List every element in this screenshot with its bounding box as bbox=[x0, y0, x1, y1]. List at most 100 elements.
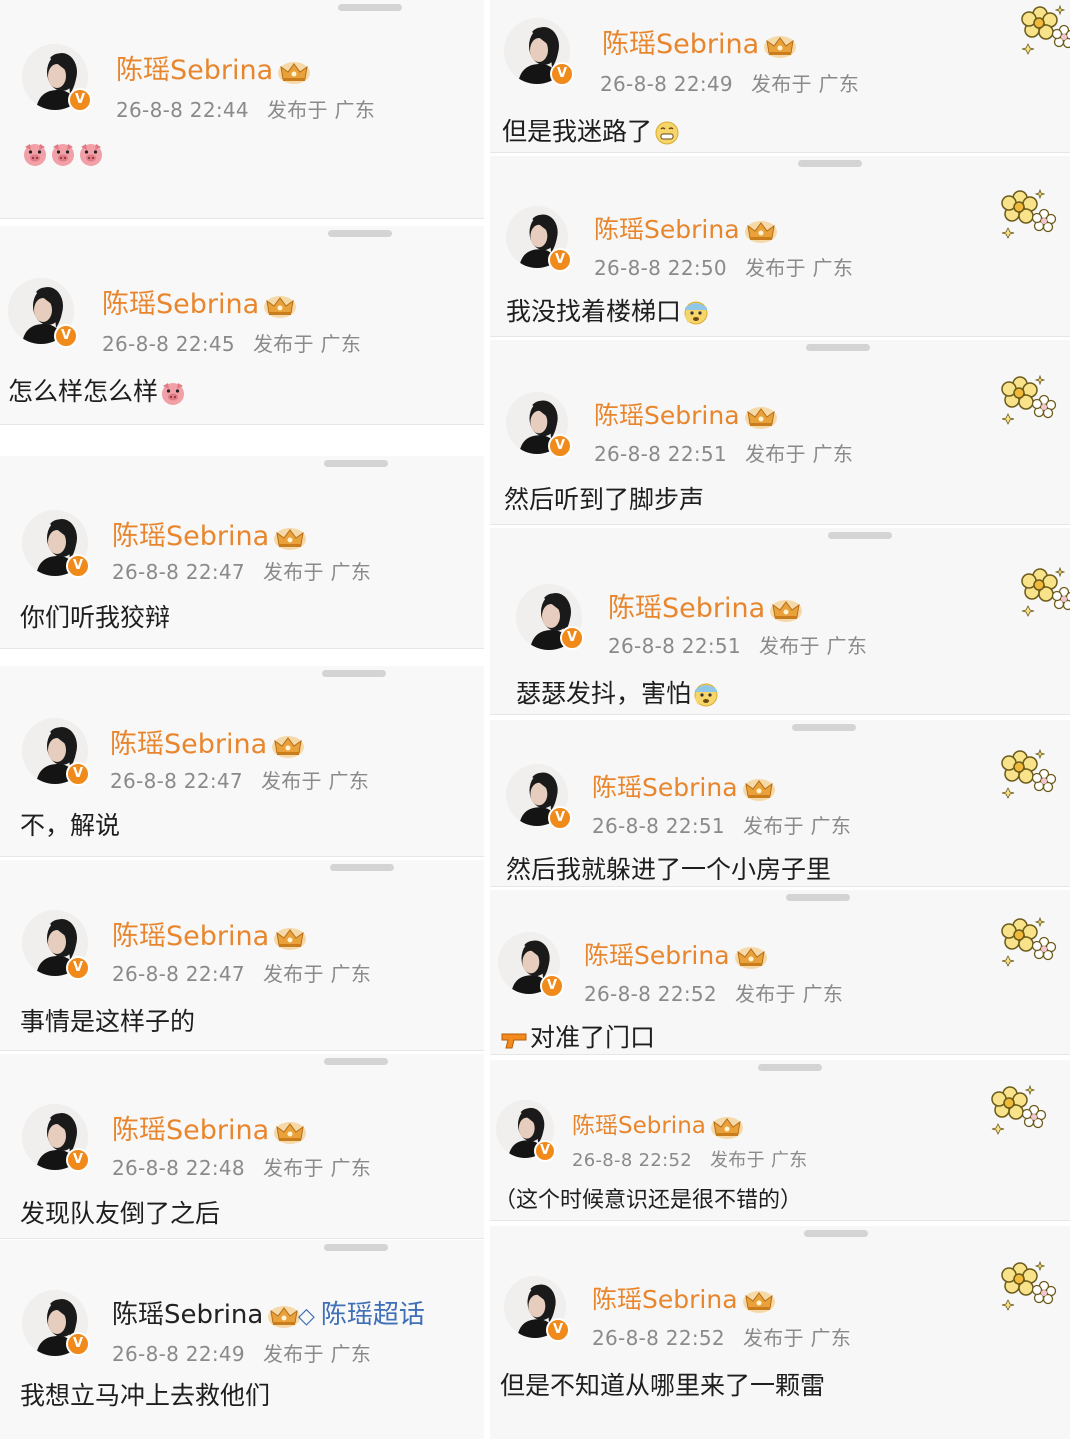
post-meta: 26-8-8 22:52 发布于 广东 bbox=[592, 1322, 851, 1351]
user-name[interactable]: 陈瑶Sebrina bbox=[594, 396, 778, 432]
pig-face-icon bbox=[78, 141, 104, 167]
post-meta: 26-8-8 22:49 发布于 广东 bbox=[112, 1338, 371, 1367]
pig-face-icon bbox=[50, 141, 76, 167]
drag-handle[interactable] bbox=[338, 4, 402, 11]
crown-icon bbox=[744, 218, 778, 244]
user-name[interactable]: 陈瑶Sebrina bbox=[594, 210, 778, 246]
post-card[interactable]: V 陈瑶Sebrina 26-8-8 22:44 发布于 广东 bbox=[0, 0, 484, 219]
post-card[interactable]: V 陈瑶Sebrina 26-8-8 22:45 发布于 广东 怎么样怎么样 bbox=[0, 226, 484, 425]
drag-handle[interactable] bbox=[804, 1230, 868, 1237]
post-card[interactable]: V 陈瑶Sebrina 26-8-8 22:52 发布于 广东 但是不知道从哪里来… bbox=[490, 1226, 1070, 1439]
user-name[interactable]: 陈瑶Sebrina bbox=[592, 768, 776, 804]
post-card[interactable]: V 陈瑶Sebrina 26-8-8 22:52 发布于 广东 （这个时候意识还是… bbox=[490, 1060, 1070, 1221]
post-time: 26-8-8 22:47 bbox=[112, 962, 245, 986]
drag-handle[interactable] bbox=[828, 532, 892, 539]
user-name-text: 陈瑶Sebrina bbox=[608, 593, 766, 624]
drag-handle[interactable] bbox=[324, 1244, 388, 1251]
post-location: 发布于 广东 bbox=[742, 1326, 852, 1350]
topic-link[interactable]: ◇ 陈瑶超话 bbox=[298, 1294, 425, 1331]
post-card[interactable]: V 陈瑶Sebrina 26-8-8 22:49 发布于 广东 但是我迷路了 bbox=[490, 0, 1070, 153]
post-card[interactable]: V 陈瑶Sebrina 26-8-8 22:52 发布于 广东 对准了门口 bbox=[490, 890, 1070, 1055]
post-card[interactable]: V 陈瑶Sebrina 26-8-8 22:51 发布于 广东 瑟瑟发抖，害怕 bbox=[490, 528, 1070, 715]
crown-icon bbox=[742, 1288, 776, 1314]
verified-badge-icon: V bbox=[548, 806, 572, 830]
verified-badge-icon: V bbox=[66, 1332, 90, 1356]
user-name[interactable]: 陈瑶Sebrina bbox=[112, 1108, 307, 1147]
drag-handle[interactable] bbox=[806, 344, 870, 351]
drag-handle[interactable] bbox=[786, 894, 850, 901]
post-meta: 26-8-8 22:52 发布于 广东 bbox=[572, 1146, 808, 1172]
fear-emoji-icon bbox=[693, 682, 719, 708]
drag-handle[interactable] bbox=[324, 1058, 388, 1065]
post-meta: 26-8-8 22:50 发布于 广东 bbox=[594, 252, 853, 281]
post-location: 发布于 广东 bbox=[266, 98, 376, 122]
post-card[interactable]: V 陈瑶Sebrina 26-8-8 22:51 发布于 广东 然后听到了脚步声 bbox=[490, 340, 1070, 525]
post-card[interactable]: V 陈瑶Sebrina 26-8-8 22:47 发布于 广东 事情是这样子的 bbox=[0, 860, 484, 1051]
user-name[interactable]: 陈瑶Sebrina bbox=[112, 914, 307, 953]
crown-icon bbox=[769, 597, 803, 623]
verified-badge-icon: V bbox=[540, 974, 564, 998]
post-text: 不，解说 bbox=[20, 811, 121, 840]
drag-handle[interactable] bbox=[792, 724, 856, 731]
post-time: 26-8-8 22:45 bbox=[102, 332, 235, 356]
drag-handle[interactable] bbox=[798, 160, 862, 167]
user-name-text: 陈瑶Sebrina bbox=[602, 29, 760, 60]
post-time: 26-8-8 22:48 bbox=[112, 1156, 245, 1180]
post-meta: 26-8-8 22:48 发布于 广东 bbox=[112, 1152, 371, 1181]
user-name[interactable]: 陈瑶Sebrina bbox=[110, 722, 305, 761]
drag-handle[interactable] bbox=[758, 1064, 822, 1071]
post-location: 发布于 广东 bbox=[262, 1342, 372, 1366]
drag-handle[interactable] bbox=[328, 230, 392, 237]
user-name[interactable]: 陈瑶Sebrina bbox=[602, 22, 797, 61]
user-name-text: 陈瑶Sebrina bbox=[594, 215, 740, 244]
post-card[interactable]: V 陈瑶Sebrina ◇ 陈瑶超话 26-8-8 22:49 发布于 广东 我想立… bbox=[0, 1240, 484, 1439]
post-location: 发布于 广东 bbox=[758, 634, 868, 658]
user-name[interactable]: 陈瑶Sebrina bbox=[112, 1294, 301, 1331]
post-meta: 26-8-8 22:51 发布于 广东 bbox=[608, 630, 867, 659]
user-name[interactable]: 陈瑶Sebrina bbox=[608, 586, 803, 625]
verified-badge-icon: V bbox=[548, 434, 572, 458]
post-card[interactable]: V 陈瑶Sebrina 26-8-8 22:47 发布于 广东 你们听我狡辩 bbox=[0, 456, 484, 649]
post-card[interactable]: V 陈瑶Sebrina 26-8-8 22:47 发布于 广东 不，解说 bbox=[0, 666, 484, 857]
post-location: 发布于 广东 bbox=[734, 982, 844, 1006]
user-name[interactable]: 陈瑶Sebrina bbox=[584, 936, 768, 972]
drag-handle[interactable] bbox=[330, 864, 394, 871]
user-name-text: 陈瑶Sebrina bbox=[112, 1300, 264, 1330]
user-name[interactable]: 陈瑶Sebrina bbox=[102, 282, 297, 321]
drag-handle[interactable] bbox=[324, 460, 388, 467]
post-time: 26-8-8 22:52 bbox=[592, 1326, 725, 1350]
post-time: 26-8-8 22:51 bbox=[592, 814, 725, 838]
post-card[interactable]: V 陈瑶Sebrina 26-8-8 22:50 发布于 广东 我没找着楼梯口 bbox=[490, 156, 1070, 337]
post-time: 26-8-8 22:51 bbox=[594, 442, 727, 466]
post-time: 26-8-8 22:49 bbox=[112, 1342, 245, 1366]
crown-icon bbox=[763, 33, 797, 59]
user-name-text: 陈瑶Sebrina bbox=[102, 289, 260, 320]
post-meta: 26-8-8 22:44 发布于 广东 bbox=[116, 94, 375, 123]
post-text: 你们听我狡辩 bbox=[20, 603, 171, 632]
drag-handle[interactable] bbox=[322, 670, 386, 677]
post-location: 发布于 广东 bbox=[744, 442, 854, 466]
crown-icon bbox=[271, 733, 305, 759]
flower-sticker-icon bbox=[1020, 562, 1070, 622]
post-time: 26-8-8 22:47 bbox=[112, 560, 245, 584]
post-meta: 26-8-8 22:47 发布于 广东 bbox=[112, 958, 371, 987]
user-name-text: 陈瑶Sebrina bbox=[112, 521, 270, 552]
post-card[interactable]: V 陈瑶Sebrina 26-8-8 22:51 发布于 广东 然后我就躲进了一个… bbox=[490, 720, 1070, 887]
verified-badge-icon: V bbox=[66, 762, 90, 786]
post-text: 发现队友倒了之后 bbox=[20, 1199, 221, 1228]
post-text: （这个时候意识还是很不错的） bbox=[494, 1188, 803, 1213]
post-meta: 26-8-8 22:47 发布于 广东 bbox=[110, 765, 369, 794]
user-name-text: 陈瑶Sebrina bbox=[112, 1115, 270, 1146]
post-text: 但是不知道从哪里来了一颗雷 bbox=[500, 1371, 826, 1400]
post-card[interactable]: V 陈瑶Sebrina 26-8-8 22:48 发布于 广东 发现队友倒了之后 bbox=[0, 1054, 484, 1239]
user-name[interactable]: 陈瑶Sebrina bbox=[116, 48, 311, 87]
post-text: 对准了门口 bbox=[498, 1018, 655, 1054]
verified-badge-icon: V bbox=[66, 956, 90, 980]
post-location: 发布于 广东 bbox=[744, 256, 854, 280]
user-name-text: 陈瑶Sebrina bbox=[584, 941, 730, 970]
post-meta: 26-8-8 22:51 发布于 广东 bbox=[594, 438, 853, 467]
user-name[interactable]: 陈瑶Sebrina bbox=[112, 514, 307, 553]
user-name[interactable]: 陈瑶Sebrina bbox=[572, 1106, 744, 1140]
post-text: 事情是这样子的 bbox=[20, 1007, 196, 1036]
user-name[interactable]: 陈瑶Sebrina bbox=[592, 1280, 776, 1316]
